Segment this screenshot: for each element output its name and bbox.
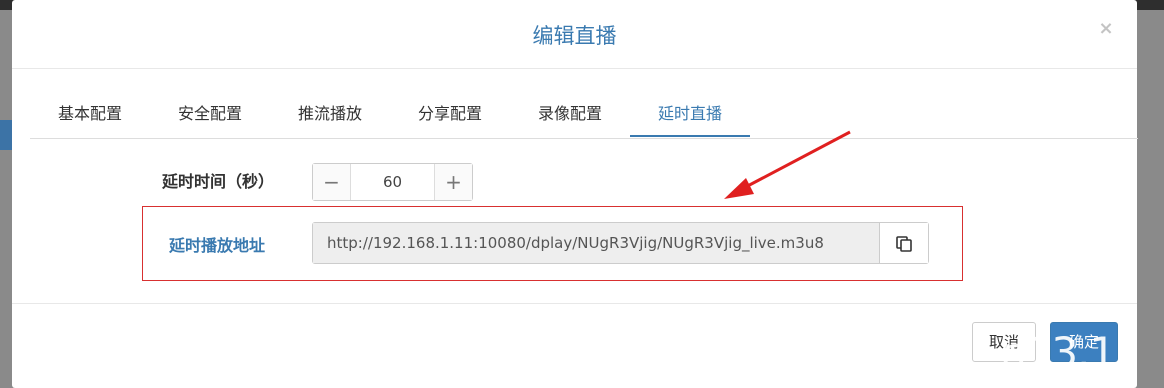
background-sidebar-strip (0, 120, 12, 150)
increment-button[interactable]: + (434, 164, 472, 200)
decrement-button[interactable]: − (313, 164, 351, 200)
url-input-group: http://192.168.1.11:10080/dplay/NUgR3Vji… (312, 222, 929, 264)
watermark-community: @稀土掘金技术社区 (995, 365, 1121, 381)
delay-play-url-field[interactable]: http://192.168.1.11:10080/dplay/NUgR3Vji… (313, 223, 880, 263)
edit-live-modal: 编辑直播 × 基本配置 安全配置 推流播放 分享配置 录像配置 延时直播 延时时… (12, 0, 1138, 388)
delay-time-input[interactable] (351, 164, 434, 200)
tab-delay-live[interactable]: 延时直播 (630, 94, 750, 137)
tab-push-play[interactable]: 推流播放 (270, 94, 390, 138)
tab-record-config[interactable]: 录像配置 (510, 94, 630, 138)
tab-basic-config[interactable]: 基本配置 (30, 94, 150, 138)
footer-divider (12, 303, 1137, 304)
delay-time-stepper: − + (312, 163, 473, 201)
tab-security-config[interactable]: 安全配置 (150, 94, 270, 138)
close-icon[interactable]: × (1095, 18, 1117, 40)
delay-play-url-label: 延时播放地址 (169, 236, 266, 255)
copy-icon (896, 235, 912, 252)
delay-time-label: 延时时间（秒） (162, 172, 275, 191)
tab-bar: 基本配置 安全配置 推流播放 分享配置 录像配置 延时直播 (30, 94, 1138, 139)
tab-share-config[interactable]: 分享配置 (390, 94, 510, 138)
copy-button[interactable] (880, 223, 928, 263)
modal-title: 编辑直播 (532, 24, 617, 48)
modal-header: 编辑直播 × (12, 0, 1137, 69)
